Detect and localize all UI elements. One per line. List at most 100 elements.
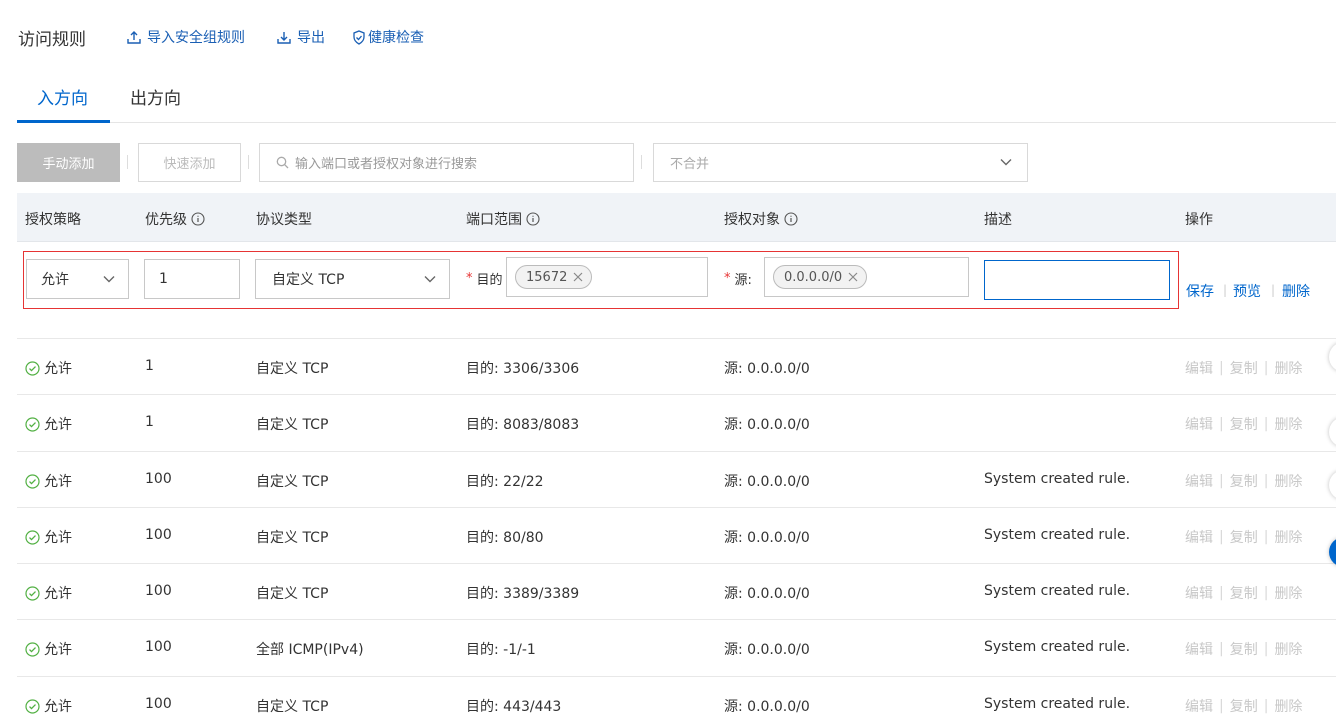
close-icon[interactable] xyxy=(573,272,583,282)
save-button[interactable]: 保存 xyxy=(1186,281,1214,301)
protocol-select[interactable]: 自定义 TCP xyxy=(255,259,450,299)
float-button[interactable] xyxy=(1329,417,1336,447)
row-copy-button[interactable]: 复制 xyxy=(1230,414,1258,434)
row-description: System created rule. xyxy=(984,696,1131,712)
merge-select[interactable]: 不合并 xyxy=(653,143,1028,182)
row-copy-button[interactable]: 复制 xyxy=(1230,471,1258,491)
row-port: 目的: 443/443 xyxy=(466,699,562,715)
row-copy-button[interactable]: 复制 xyxy=(1230,527,1258,547)
row-priority: 100 xyxy=(145,696,172,712)
row-priority: 100 xyxy=(145,527,172,543)
row-actions: 编辑 | 复制 | 删除 xyxy=(1185,414,1302,434)
tab-inbound[interactable]: 入方向 xyxy=(37,84,88,122)
action-separator: | xyxy=(1219,473,1224,489)
row-port: 目的: 80/80 xyxy=(466,530,544,546)
required-marker: * xyxy=(724,271,731,286)
manual-add-button[interactable]: 手动添加 xyxy=(17,143,120,182)
row-copy-button[interactable]: 复制 xyxy=(1230,583,1258,603)
row-policy-text: 允许 xyxy=(44,586,72,602)
row-priority: 100 xyxy=(145,471,172,487)
check-circle-icon xyxy=(25,416,40,432)
port-tag: 15672 xyxy=(515,265,593,289)
col-policy-header: 授权策略 xyxy=(25,209,81,229)
row-edit-button[interactable]: 编辑 xyxy=(1185,527,1213,547)
row-actions: 编辑 | 复制 | 删除 xyxy=(1185,639,1302,659)
row-policy-text: 允许 xyxy=(44,642,72,658)
row-edit-button[interactable]: 编辑 xyxy=(1185,583,1213,603)
delete-button[interactable]: 删除 xyxy=(1282,281,1310,301)
row-edit-button[interactable]: 编辑 xyxy=(1185,696,1213,716)
required-marker: * xyxy=(466,271,473,286)
source-input[interactable]: 0.0.0.0/0 xyxy=(764,257,969,297)
action-separator: | xyxy=(1219,416,1224,432)
row-port: 目的: 3306/3306 xyxy=(466,361,580,377)
health-check-label: 健康检查 xyxy=(368,30,424,46)
info-icon[interactable] xyxy=(191,212,205,226)
row-priority: 100 xyxy=(145,583,172,599)
row-copy-button[interactable]: 复制 xyxy=(1230,696,1258,716)
row-protocol: 自定义 TCP xyxy=(256,530,329,546)
info-icon[interactable] xyxy=(526,212,540,226)
description-input[interactable] xyxy=(984,260,1170,300)
row-description: System created rule. xyxy=(984,471,1131,487)
health-check-link[interactable]: 健康检查 xyxy=(352,27,424,47)
row-policy: 允许 xyxy=(25,527,72,547)
row-delete-button[interactable]: 删除 xyxy=(1274,527,1302,547)
row-protocol: 自定义 TCP xyxy=(256,474,329,490)
policy-select-value: 允许 xyxy=(41,272,69,288)
float-button[interactable] xyxy=(1329,342,1336,372)
source-tag: 0.0.0.0/0 xyxy=(773,265,868,289)
policy-select[interactable]: 允许 xyxy=(26,259,129,299)
row-copy-button[interactable]: 复制 xyxy=(1230,358,1258,378)
row-divider xyxy=(17,338,1336,339)
row-delete-button[interactable]: 删除 xyxy=(1274,471,1302,491)
search-icon xyxy=(276,156,289,169)
row-delete-button[interactable]: 删除 xyxy=(1274,639,1302,659)
check-circle-icon xyxy=(25,585,40,601)
search-placeholder: 输入端口或者授权对象进行搜索 xyxy=(295,157,478,172)
row-divider xyxy=(17,563,1336,564)
priority-input[interactable]: 1 xyxy=(144,259,240,299)
row-actions: 编辑 | 复制 | 删除 xyxy=(1185,471,1302,491)
search-input[interactable]: 输入端口或者授权对象进行搜索 xyxy=(259,143,634,182)
row-copy-button[interactable]: 复制 xyxy=(1230,639,1258,659)
import-rules-label: 导入安全组规则 xyxy=(147,30,245,46)
row-target: 源: 0.0.0.0/0 xyxy=(724,417,810,433)
check-circle-icon xyxy=(25,360,40,376)
col-policy-label: 授权策略 xyxy=(25,212,81,228)
row-delete-button[interactable]: 删除 xyxy=(1274,414,1302,434)
action-separator: | xyxy=(1263,641,1269,657)
tab-outbound[interactable]: 出方向 xyxy=(130,84,181,122)
row-policy: 允许 xyxy=(25,358,72,378)
row-edit-button[interactable]: 编辑 xyxy=(1185,414,1213,434)
close-icon[interactable] xyxy=(848,272,858,282)
info-icon[interactable] xyxy=(784,212,798,226)
float-button[interactable] xyxy=(1329,470,1336,500)
port-range-input[interactable]: 15672 xyxy=(506,257,708,297)
import-rules-link[interactable]: 导入安全组规则 xyxy=(127,27,245,47)
row-actions: 编辑 | 复制 | 删除 xyxy=(1185,527,1302,547)
row-edit-button[interactable]: 编辑 xyxy=(1185,639,1213,659)
upload-icon xyxy=(127,31,141,44)
source-label-text: 源: xyxy=(734,273,752,288)
port-label-text: 目的 xyxy=(476,273,503,288)
row-edit-button[interactable]: 编辑 xyxy=(1185,358,1213,378)
preview-button[interactable]: 预览 xyxy=(1233,281,1261,301)
row-delete-button[interactable]: 删除 xyxy=(1274,583,1302,603)
row-delete-button[interactable]: 删除 xyxy=(1274,696,1302,716)
col-desc-label: 描述 xyxy=(984,212,1012,228)
row-description: System created rule. xyxy=(984,527,1131,543)
page-title: 访问规则 xyxy=(18,30,86,50)
row-policy: 允许 xyxy=(25,583,72,603)
row-divider xyxy=(17,619,1336,620)
col-protocol-header: 协议类型 xyxy=(256,209,312,229)
row-protocol: 自定义 TCP xyxy=(256,699,329,715)
row-actions: 编辑 | 复制 | 删除 xyxy=(1185,583,1302,603)
quick-add-button[interactable]: 快速添加 xyxy=(138,143,241,182)
row-edit-button[interactable]: 编辑 xyxy=(1185,471,1213,491)
row-port: 目的: 8083/8083 xyxy=(466,417,580,433)
export-link[interactable]: 导出 xyxy=(277,27,325,47)
row-priority: 1 xyxy=(145,414,154,430)
active-tab-indicator xyxy=(17,120,110,123)
row-delete-button[interactable]: 删除 xyxy=(1274,358,1302,378)
